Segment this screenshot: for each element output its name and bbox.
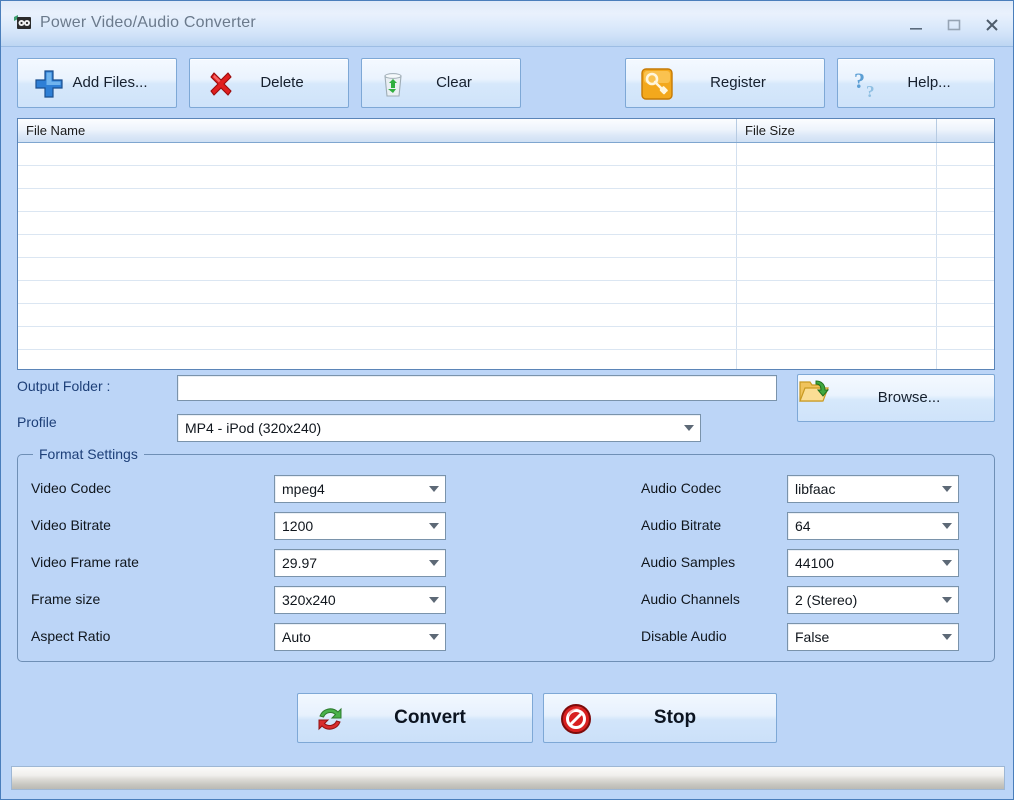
setting-select-video-0[interactable]: mpeg4 [274, 475, 446, 503]
browse-label: Browse... [877, 389, 941, 406]
table-row[interactable] [18, 258, 994, 281]
table-row[interactable] [18, 281, 994, 304]
browse-button[interactable]: Browse... [797, 374, 995, 422]
setting-label-audio-4: Disable Audio [641, 628, 727, 644]
profile-value: MP4 - iPod (320x240) [185, 420, 322, 436]
progress-bar [11, 766, 1005, 790]
delete-label: Delete [260, 74, 304, 91]
output-folder-label: Output Folder : [17, 378, 111, 394]
delete-button[interactable]: Delete [189, 58, 349, 108]
setting-select-audio-0[interactable]: libfaac [787, 475, 959, 503]
table-row[interactable] [18, 235, 994, 258]
setting-value-video-4: Auto [282, 629, 311, 645]
setting-label-video-1: Video Bitrate [31, 517, 111, 533]
chevron-down-icon [684, 425, 694, 431]
setting-select-video-2[interactable]: 29.97 [274, 549, 446, 577]
convert-button[interactable]: Convert [297, 693, 533, 743]
profile-label: Profile [17, 414, 57, 430]
file-list[interactable]: File Name File Size [17, 118, 995, 370]
title-bar: Power Video/Audio Converter [1, 1, 1013, 47]
file-list-header: File Name File Size [18, 119, 994, 143]
setting-value-audio-4: False [795, 629, 830, 645]
setting-label-audio-3: Audio Channels [641, 591, 740, 607]
convert-label: Convert [394, 707, 466, 728]
add-files-label: Add Files... [72, 74, 148, 91]
chevron-down-icon [429, 560, 439, 566]
stop-button[interactable]: Stop [543, 693, 777, 743]
app-window: Power Video/Audio Converter Add Files... [0, 0, 1014, 800]
setting-value-audio-0: libfaac [795, 481, 836, 497]
register-button[interactable]: Register [625, 58, 825, 108]
column-header-file-name[interactable]: File Name [18, 119, 736, 142]
clear-button[interactable]: Clear [361, 58, 521, 108]
register-label: Register [710, 74, 766, 91]
table-row[interactable] [18, 350, 994, 369]
chevron-down-icon [942, 560, 952, 566]
setting-label-audio-2: Audio Samples [641, 554, 736, 570]
setting-label-audio-1: Audio Bitrate [641, 517, 722, 533]
setting-select-video-3[interactable]: 320x240 [274, 586, 446, 614]
add-files-button[interactable]: Add Files... [17, 58, 177, 108]
setting-label-video-2: Video Frame rate [31, 554, 139, 570]
table-row[interactable] [18, 327, 994, 350]
help-label: Help... [907, 74, 951, 91]
setting-select-audio-2[interactable]: 44100 [787, 549, 959, 577]
setting-label-video-3: Frame size [31, 591, 101, 607]
setting-value-audio-3: 2 (Stereo) [795, 592, 858, 608]
profile-select[interactable]: MP4 - iPod (320x240) [177, 414, 701, 442]
setting-value-video-3: 320x240 [282, 592, 336, 608]
clear-label: Clear [436, 74, 472, 91]
chevron-down-icon [429, 486, 439, 492]
output-folder-input[interactable] [177, 375, 777, 401]
table-row[interactable] [18, 304, 994, 327]
setting-select-audio-4[interactable]: False [787, 623, 959, 651]
window-title: Power Video/Audio Converter [40, 14, 256, 31]
setting-label-video-0: Video Codec [31, 480, 111, 496]
setting-select-audio-3[interactable]: 2 (Stereo) [787, 586, 959, 614]
table-row[interactable] [18, 166, 994, 189]
close-icon[interactable] [975, 13, 1009, 37]
setting-value-audio-1: 64 [795, 518, 811, 534]
setting-select-video-4[interactable]: Auto [274, 623, 446, 651]
table-row[interactable] [18, 143, 994, 166]
setting-value-video-1: 1200 [282, 518, 314, 534]
chevron-down-icon [942, 634, 952, 640]
app-film-icon [13, 14, 33, 33]
chevron-down-icon [942, 523, 952, 529]
column-header-file-size[interactable]: File Size [736, 119, 936, 142]
chevron-down-icon [942, 486, 952, 492]
chevron-down-icon [429, 523, 439, 529]
table-row[interactable] [18, 212, 994, 235]
setting-select-video-1[interactable]: 1200 [274, 512, 446, 540]
chevron-down-icon [429, 634, 439, 640]
chevron-down-icon [942, 597, 952, 603]
stop-label: Stop [653, 707, 697, 728]
setting-value-video-0: mpeg4 [282, 481, 325, 497]
setting-label-video-4: Aspect Ratio [31, 628, 111, 644]
help-button[interactable]: ? ? Help... [837, 58, 995, 108]
table-row[interactable] [18, 189, 994, 212]
format-settings-title: Format Settings [33, 446, 144, 462]
column-header-extra[interactable] [936, 119, 995, 142]
setting-label-audio-0: Audio Codec [641, 480, 722, 496]
setting-select-audio-1[interactable]: 64 [787, 512, 959, 540]
setting-value-audio-2: 44100 [795, 555, 834, 571]
chevron-down-icon [429, 597, 439, 603]
file-list-body[interactable] [18, 143, 994, 369]
minimize-icon[interactable] [899, 13, 933, 37]
setting-value-video-2: 29.97 [282, 555, 318, 571]
maximize-icon[interactable] [937, 13, 971, 37]
